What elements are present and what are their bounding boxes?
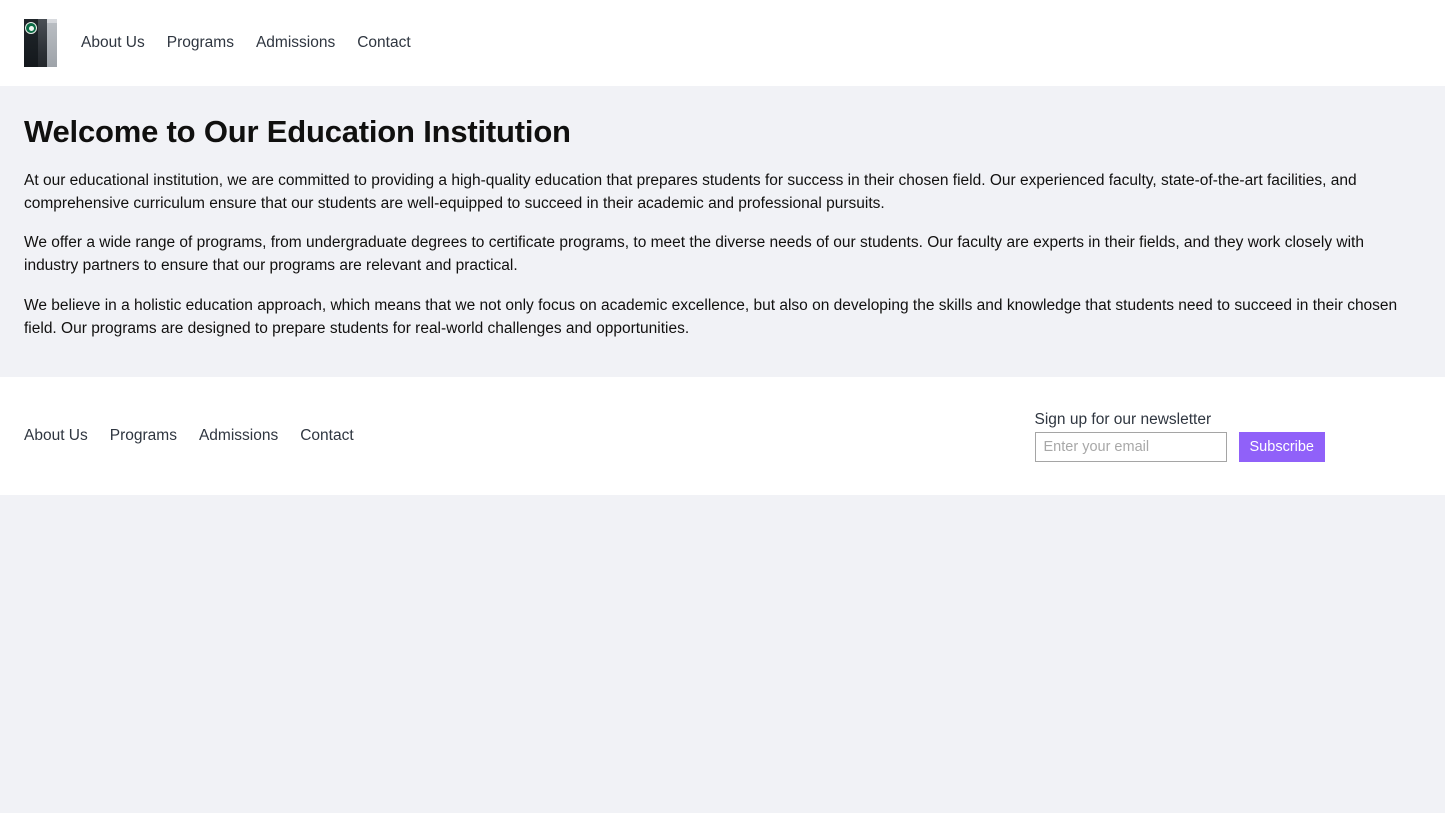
site-header: About Us Programs Admissions Contact xyxy=(0,0,1445,86)
nav-link-admissions[interactable]: Admissions xyxy=(256,35,335,51)
newsletter-email-input[interactable] xyxy=(1035,432,1227,462)
logo-photo-tower xyxy=(38,19,47,67)
nav-link-contact[interactable]: Contact xyxy=(357,35,410,51)
header-nav: About Us Programs Admissions Contact xyxy=(81,35,411,51)
page-title: Welcome to Our Education Institution xyxy=(24,114,1421,151)
intro-paragraph-1: At our educational institution, we are c… xyxy=(24,170,1421,216)
newsletter-form: Subscribe xyxy=(1035,432,1325,462)
nav-link-programs[interactable]: Programs xyxy=(167,35,234,51)
logo-photo-sign-icon xyxy=(25,22,37,34)
brand-logo-image[interactable] xyxy=(24,19,57,67)
main-content: Welcome to Our Education Institution At … xyxy=(0,86,1445,377)
newsletter-signup: Sign up for our newsletter Subscribe xyxy=(1035,410,1421,462)
newsletter-subscribe-button[interactable]: Subscribe xyxy=(1239,432,1325,462)
site-footer: About Us Programs Admissions Contact Sig… xyxy=(0,377,1445,495)
footer-link-programs[interactable]: Programs xyxy=(110,428,177,444)
intro-paragraph-3: We believe in a holistic education appro… xyxy=(24,295,1421,341)
footer-nav: About Us Programs Admissions Contact xyxy=(24,428,354,444)
footer-link-admissions[interactable]: Admissions xyxy=(199,428,278,444)
footer-link-about-us[interactable]: About Us xyxy=(24,428,88,444)
intro-paragraph-2: We offer a wide range of programs, from … xyxy=(24,232,1421,278)
newsletter-label: Sign up for our newsletter xyxy=(1035,410,1212,431)
footer-link-contact[interactable]: Contact xyxy=(300,428,353,444)
nav-link-about-us[interactable]: About Us xyxy=(81,35,145,51)
